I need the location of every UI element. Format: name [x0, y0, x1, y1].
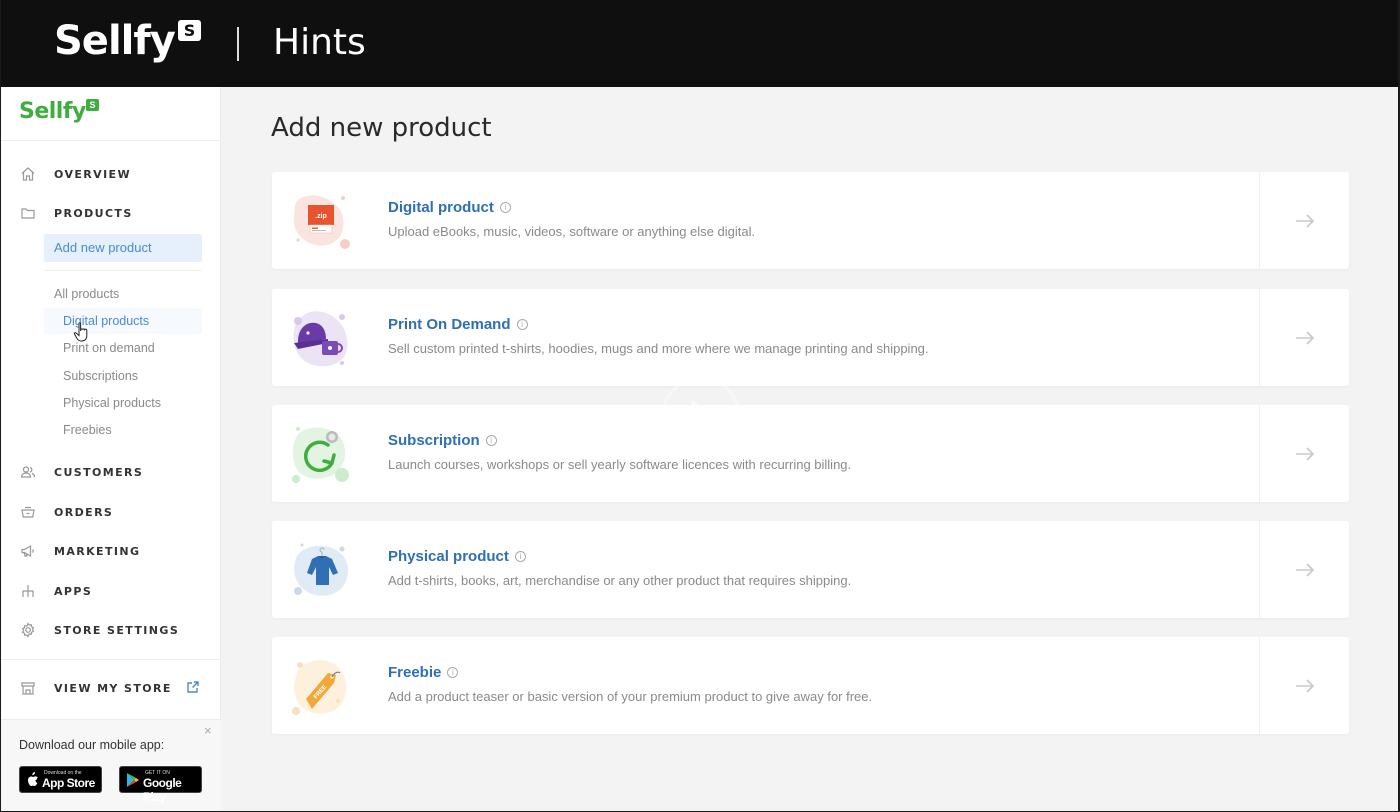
- card-arrow-button[interactable]: [1259, 521, 1349, 618]
- card-title-text: Digital product: [388, 199, 494, 216]
- gear-icon: [19, 621, 37, 639]
- info-icon[interactable]: i: [499, 202, 511, 213]
- card-title: Freebie i: [388, 664, 459, 681]
- page-title: Add new product: [271, 113, 492, 143]
- nav-label: APPS: [54, 584, 93, 598]
- shirt-illustration-icon: [294, 543, 349, 596]
- free-tag-illustration-icon: FREE: [292, 660, 347, 715]
- close-promo-button[interactable]: ×: [204, 723, 212, 738]
- card-title-text: Subscription: [388, 432, 480, 449]
- apps-hierarchy-icon: [19, 582, 37, 600]
- nav-products[interactable]: PRODUCTS: [19, 203, 133, 223]
- card-arrow-button[interactable]: [1259, 405, 1349, 502]
- nav-label: STORE SETTINGS: [54, 623, 180, 637]
- zip-file-illustration-icon: .zip: [293, 195, 350, 249]
- google-play-icon: [127, 773, 139, 787]
- arrow-right-icon: [1295, 562, 1314, 577]
- card-description: Launch courses, workshops or sell yearly…: [388, 457, 852, 472]
- nav-label: MARKETING: [54, 544, 141, 558]
- card-arrow-button[interactable]: [1259, 289, 1349, 386]
- product-type-card-freebie[interactable]: FREE Freebie i Add a product teaser or ba…: [272, 637, 1349, 734]
- arrow-right-icon: [1295, 330, 1314, 345]
- product-type-card-digital[interactable]: .zip Digital product i Upload eBooks, mus…: [272, 172, 1349, 269]
- sub-nav-all-products[interactable]: All products: [54, 287, 119, 301]
- external-link-icon[interactable]: [186, 680, 200, 694]
- arrow-right-icon: [1295, 678, 1314, 693]
- card-description: Upload eBooks, music, videos, software o…: [388, 224, 756, 239]
- sub-nav-physical-products[interactable]: Physical products: [63, 396, 161, 410]
- arrow-right-icon: [1295, 446, 1314, 461]
- nav-overview[interactable]: OVERVIEW: [19, 164, 131, 184]
- banner-brand: Sellfy: [54, 18, 176, 64]
- sidebar-logo[interactable]: Sellfy S: [19, 99, 99, 139]
- divider: [44, 270, 202, 271]
- sub-nav-add-new-product[interactable]: Add new product: [44, 234, 202, 262]
- megaphone-icon: [19, 542, 37, 560]
- nav-label: OVERVIEW: [54, 167, 132, 181]
- nav-store-settings[interactable]: STORE SETTINGS: [19, 620, 179, 640]
- basket-icon: [19, 503, 37, 521]
- banner-title: Hints: [273, 22, 366, 63]
- card-arrow-button[interactable]: [1259, 172, 1349, 269]
- nav-label: VIEW MY STORE: [54, 681, 172, 695]
- sub-nav-freebies[interactable]: Freebies: [63, 423, 112, 437]
- app-store-label: App Store: [42, 776, 95, 790]
- home-icon: [19, 165, 37, 183]
- apple-icon: [28, 772, 38, 786]
- card-title: Subscription i: [388, 432, 497, 449]
- app-area: Sellfy S OVERVIEW PRODUCTS Add new produ…: [1, 87, 1398, 811]
- recurring-arrow-illustration-icon: [292, 427, 349, 483]
- divider: [1, 659, 221, 660]
- nav-label: CUSTOMERS: [54, 465, 144, 479]
- app-window: Sellfy S Hints Sellfy S OVERVIEW PRODUCT…: [1, 0, 1398, 811]
- card-title: Digital product i: [388, 199, 511, 216]
- info-icon[interactable]: i: [447, 667, 459, 678]
- nav-label: ORDERS: [54, 505, 114, 519]
- card-description: Sell custom printed t-shirts, hoodies, m…: [388, 341, 929, 356]
- cap-and-mug-illustration-icon: [293, 311, 348, 367]
- folder-icon: [19, 204, 37, 222]
- card-title-text: Freebie: [388, 664, 442, 681]
- sub-nav-print-on-demand[interactable]: Print on demand: [63, 341, 155, 355]
- google-play-button[interactable]: GET IT ON Google Play: [119, 766, 202, 804]
- nav-label: PRODUCTS: [54, 206, 133, 220]
- nav-orders[interactable]: ORDERS: [19, 502, 113, 522]
- sidebar-logo-text: Sellfy: [19, 99, 86, 124]
- info-icon[interactable]: i: [485, 435, 497, 446]
- arrow-right-icon: [1295, 213, 1314, 228]
- product-type-card-physical[interactable]: Physical product i Add t-shirts, books, a…: [272, 521, 1349, 618]
- card-title-text: Print On Demand: [388, 316, 511, 333]
- nav-view-my-store[interactable]: VIEW MY STORE: [19, 678, 172, 698]
- banner-brand-badge: S: [178, 20, 201, 41]
- hand-cursor-icon: [73, 322, 88, 342]
- nav-marketing[interactable]: MARKETING: [19, 541, 140, 561]
- hints-banner: Sellfy S Hints: [1, 0, 1398, 87]
- info-icon[interactable]: i: [514, 551, 526, 562]
- banner-divider: [237, 27, 239, 61]
- sub-nav-subscriptions[interactable]: Subscriptions: [63, 369, 138, 383]
- nav-customers[interactable]: CUSTOMERS: [19, 462, 143, 482]
- sidebar-logo-badge: S: [86, 99, 99, 111]
- svg-text:.zip: .zip: [315, 213, 327, 220]
- card-arrow-button[interactable]: [1259, 637, 1349, 734]
- card-title: Print On Demand i: [388, 316, 528, 333]
- card-title: Physical product i: [388, 548, 526, 565]
- nav-apps[interactable]: APPS: [19, 581, 92, 601]
- product-type-card-subscription[interactable]: Subscription i Launch courses, workshops …: [272, 405, 1349, 502]
- product-type-card-print-on-demand[interactable]: Print On Demand i Sell custom printed t-s…: [272, 289, 1349, 386]
- sidebar: Sellfy S OVERVIEW PRODUCTS Add new produ…: [1, 87, 221, 811]
- divider: [1, 140, 221, 141]
- card-title-text: Physical product: [388, 548, 509, 565]
- google-play-label: Google Play: [143, 776, 182, 804]
- app-store-button[interactable]: Download on the App Store: [19, 766, 102, 793]
- info-icon[interactable]: i: [516, 319, 528, 330]
- storefront-icon: [19, 679, 37, 697]
- card-description: Add a product teaser or basic version of…: [388, 689, 873, 704]
- users-icon: [19, 463, 37, 481]
- mobile-app-promo: × Download our mobile app: Download on t…: [1, 719, 221, 811]
- promo-text: Download our mobile app:: [19, 738, 165, 752]
- card-description: Add t-shirts, books, art, merchandise or…: [388, 573, 852, 588]
